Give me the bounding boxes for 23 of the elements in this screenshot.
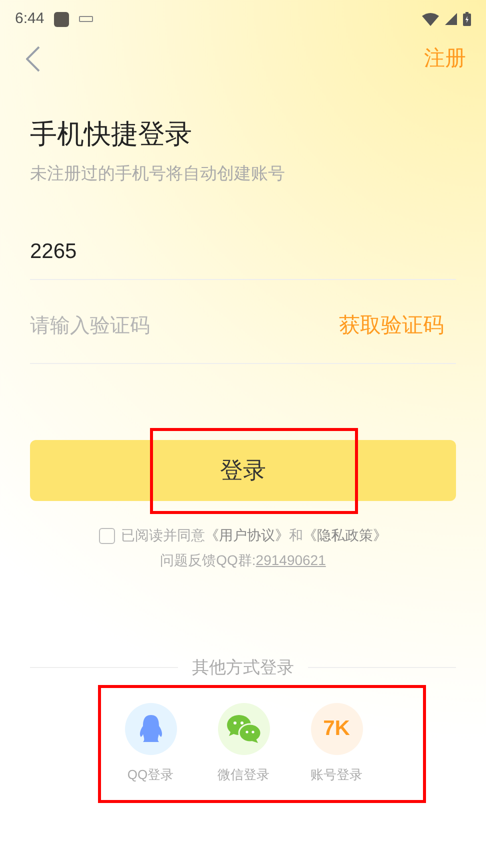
privacy-policy-link[interactable]: 《隐私政策》 — [303, 527, 387, 543]
feedback-label: 问题反馈QQ群: — [160, 551, 256, 570]
page-subtitle: 未注册过的手机号将自动创建账号 — [30, 162, 286, 184]
login-button[interactable]: 登录 — [30, 440, 456, 501]
user-agreement-link[interactable]: 《用户协议》 — [205, 527, 289, 543]
chat-bubbles-icon — [226, 714, 260, 742]
code-field[interactable]: 请输入验证码 — [30, 310, 270, 340]
page-title: 手机快捷登录 — [30, 118, 193, 151]
register-link[interactable]: 注册 — [424, 43, 466, 75]
battery-icon — [463, 12, 471, 26]
wifi-icon — [422, 12, 439, 26]
phone-field[interactable]: 2265 — [30, 224, 456, 280]
other-login-title: 其他方式登录 — [192, 657, 294, 679]
logo-text: 7K — [323, 716, 350, 742]
keyboard-icon — [79, 16, 94, 22]
notification-icon — [54, 12, 70, 26]
penguin-icon — [138, 714, 162, 742]
status-time: 6:44 — [15, 8, 44, 29]
qq-group-link[interactable]: 291490621 — [256, 550, 326, 571]
agreement-text: 已阅读并同意《用户协议》和《隐私政策》 — [121, 526, 387, 545]
get-code-link[interactable]: 获取验证码 — [339, 310, 456, 342]
signal-icon — [445, 13, 457, 25]
agreement-checkbox[interactable] — [99, 528, 115, 544]
